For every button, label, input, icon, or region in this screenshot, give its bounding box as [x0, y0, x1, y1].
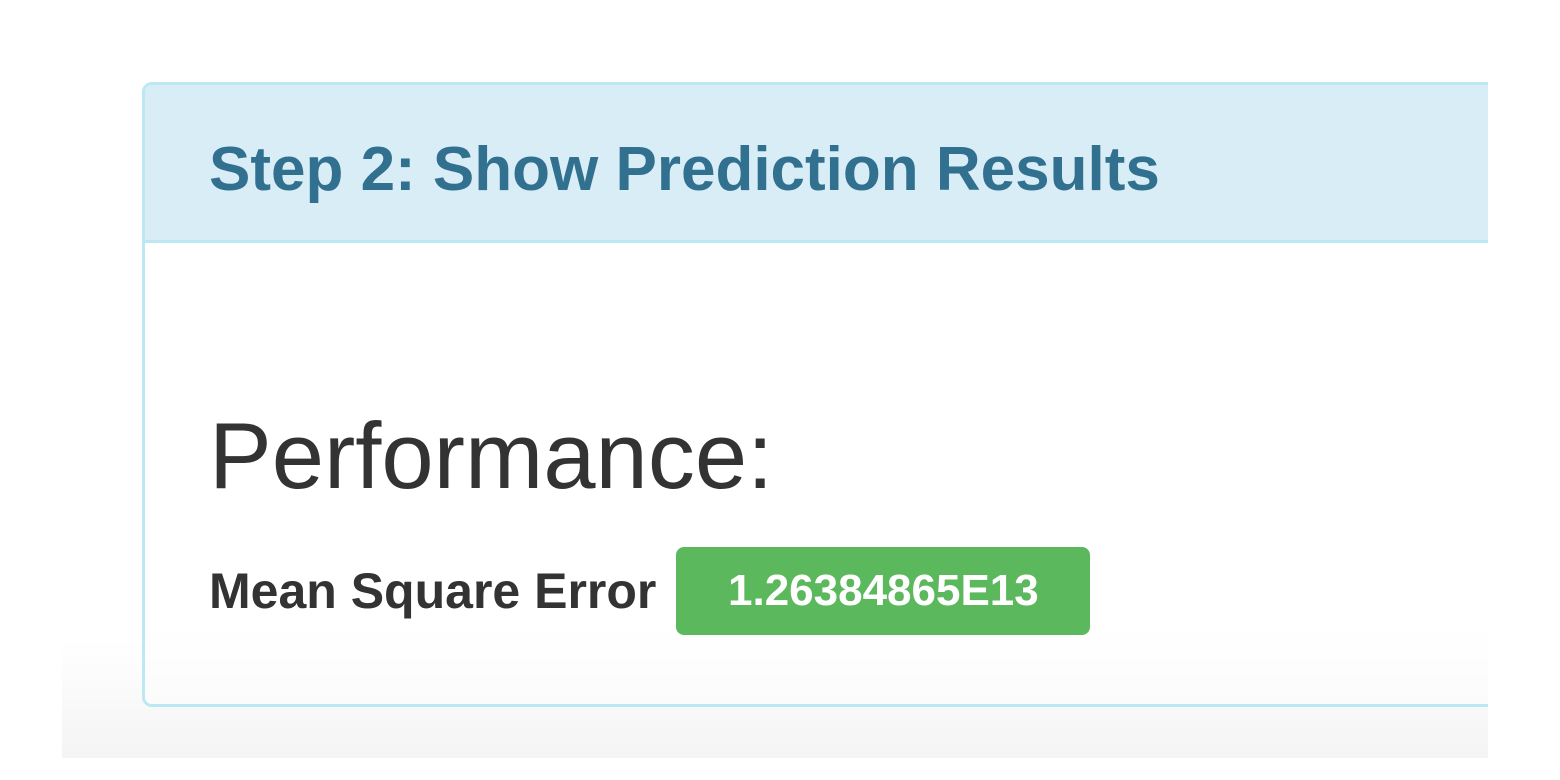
prediction-results-panel: Step 2: Show Prediction Results Performa… — [142, 82, 1560, 707]
mean-square-error-row: Mean Square Error 1.26384865E13 — [209, 547, 1091, 635]
mean-square-error-label: Mean Square Error — [209, 563, 657, 619]
performance-heading: Performance: — [209, 403, 774, 508]
mean-square-error-value-badge: 1.26384865E13 — [676, 547, 1091, 635]
panel-title: Step 2: Show Prediction Results — [209, 135, 1160, 204]
panel-body: Performance: Mean Square Error 1.2638486… — [145, 243, 1559, 704]
panel-heading: Step 2: Show Prediction Results — [145, 85, 1559, 243]
right-crop-area — [1488, 0, 1560, 780]
